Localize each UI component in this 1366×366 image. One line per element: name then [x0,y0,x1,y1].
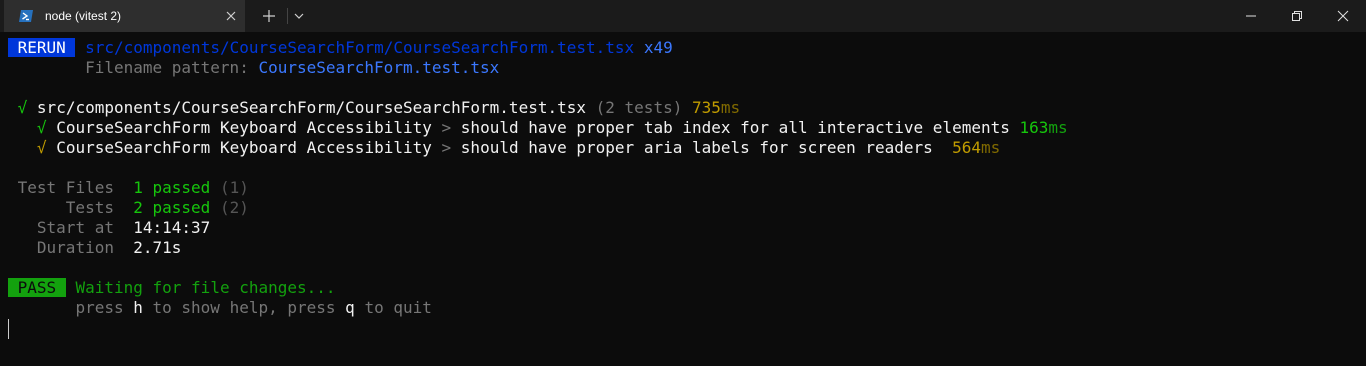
test-time-unit: ms [1048,118,1068,137]
start-label: Start at [36,218,114,237]
file-time-unit: ms [720,98,741,117]
summary-tests: Tests 2 passed (2) [8,198,249,218]
test-suite: CourseSearchForm Keyboard Accessibility [56,118,432,137]
test-files-value: 1 passed [133,178,211,197]
maximize-icon [1292,11,1302,21]
plus-icon[interactable] [260,7,278,25]
maximize-button[interactable] [1274,0,1320,32]
pass-badge: PASS [8,278,66,297]
test-check-icon: √ [36,138,47,157]
test-name: should have proper tab index for all int… [460,118,1010,137]
filename-pattern-line: Filename pattern: CourseSearchForm.test.… [8,58,499,78]
tab-node-vitest[interactable]: node (vitest 2) [4,0,245,32]
test-suite: CourseSearchForm Keyboard Accessibility [56,138,432,157]
rerun-line: RERUN src/components/CourseSearchForm/Co… [8,38,673,58]
file-check-icon: √ [17,98,28,117]
rerun-path: src/components/CourseSearchForm/CourseSe… [85,38,635,57]
close-icon[interactable] [223,8,239,24]
file-time: 735 [691,98,721,117]
title-bar: node (vitest 2) [0,0,1366,32]
pattern-value: CourseSearchForm.test.tsx [258,58,500,77]
close-window-button[interactable] [1320,0,1366,32]
help-key-q: q [345,298,355,317]
tab-divider [287,8,288,24]
status-line: PASS Waiting for file changes... [8,278,336,298]
terminal-output[interactable]: RERUN src/components/CourseSearchForm/Co… [0,32,1366,366]
file-path: src/components/CourseSearchForm/CourseSe… [36,98,586,117]
help-mid: to show help, press [142,298,346,317]
tests-label: Tests [65,198,114,217]
summary-start: Start at 14:14:37 [8,218,210,238]
help-suffix: to quit [354,298,432,317]
test-time: 163 [1019,118,1049,137]
tab-title: node (vitest 2) [45,9,122,23]
file-test-count: (2 tests) [595,98,683,117]
rerun-badge: RERUN [8,38,76,57]
status-message: Waiting for file changes... [75,278,336,297]
chevron-down-icon[interactable] [291,7,307,25]
help-prefix: press [75,298,134,317]
test-result-line: √ CourseSearchForm Keyboard Accessibilit… [8,118,1068,138]
help-key-h: h [133,298,143,317]
pattern-label: Filename pattern: [85,58,259,77]
test-time-unit: ms [980,138,1001,157]
test-separator: > [441,118,452,137]
start-value: 14:14:37 [133,218,211,237]
tests-total: (2) [219,198,249,217]
close-window-icon [1337,10,1349,22]
test-time: 564 [952,138,981,157]
test-separator: > [441,138,452,157]
test-files-total: (1) [219,178,249,197]
text-cursor [8,319,9,339]
file-result-line: √ src/components/CourseSearchForm/Course… [8,98,741,118]
test-name: should have proper aria labels for scree… [460,138,933,157]
minimize-icon [1246,15,1256,17]
summary-test-files: Test Files 1 passed (1) [8,178,249,198]
test-files-label: Test Files [17,178,114,197]
duration-value: 2.71s [133,238,182,257]
test-result-line: √ CourseSearchForm Keyboard Accessibilit… [8,138,1000,158]
rerun-count: x49 [643,38,673,57]
powershell-icon [19,10,33,22]
test-check-icon: √ [36,118,47,137]
summary-duration: Duration 2.71s [8,238,182,258]
help-line: press h to show help, press q to quit [8,298,432,318]
minimize-button[interactable] [1228,0,1274,32]
duration-label: Duration [36,238,114,257]
tests-value: 2 passed [133,198,211,217]
